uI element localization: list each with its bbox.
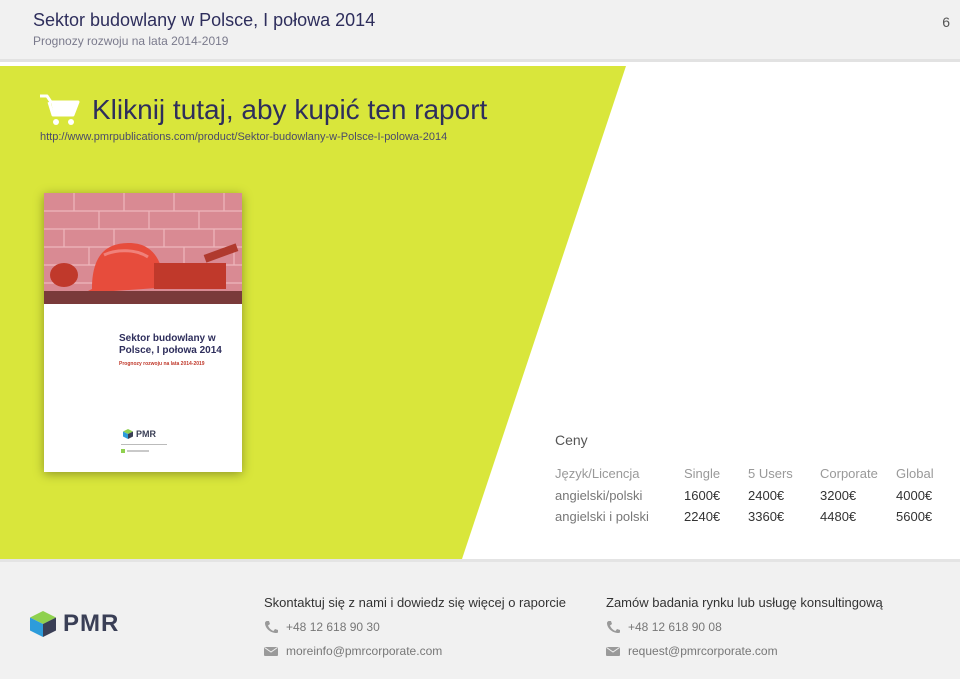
- table-row: angielski/polski 1600€ 2400€ 3200€ 4000€: [555, 485, 946, 506]
- order-phone[interactable]: +48 12 618 90 08: [606, 620, 883, 634]
- cover-divider: [121, 444, 167, 445]
- header-corporate: Corporate: [820, 466, 878, 481]
- row-language: angielski i polski: [555, 509, 649, 524]
- pmr-cube-icon: [123, 429, 133, 439]
- envelope-icon: [264, 647, 278, 656]
- phone-icon: [265, 621, 278, 633]
- contact-heading: Skontaktuj się z nami i dowiedz się więc…: [264, 595, 567, 610]
- row-language: angielski/polski: [555, 488, 643, 503]
- shopping-cart-icon: [40, 94, 80, 125]
- price-5-users: 3360€: [748, 509, 785, 524]
- document-title: Sektor budowlany w Polsce, I połowa 2014: [33, 10, 376, 30]
- prices-table: Język/Licencja Single 5 Users Corporate …: [555, 462, 946, 527]
- order-email[interactable]: request@pmrcorporate.com: [606, 644, 883, 658]
- helmet-on-bricks-photo: [44, 193, 242, 304]
- price-global: 5600€: [896, 509, 933, 524]
- price-corporate: 4480€: [820, 509, 857, 524]
- contact-phone[interactable]: +48 12 618 90 30: [264, 620, 566, 634]
- cover-subtitle: Prognozy rozwoju na lata 2014-2019: [119, 361, 205, 367]
- cover-small-logo: [121, 449, 149, 453]
- order-section: Zamów badania rynku lub usługę konsultin…: [606, 595, 883, 658]
- order-heading: Zamów badania rynku lub usługę konsultin…: [606, 595, 883, 610]
- page-header: Sektor budowlany w Polsce, I połowa 2014…: [0, 0, 960, 62]
- header-single: Single: [684, 466, 721, 481]
- prices-title: Ceny: [555, 432, 588, 448]
- header-5-users: 5 Users: [748, 466, 793, 481]
- contact-phone-number: +48 12 618 90 30: [286, 620, 380, 634]
- price-global: 4000€: [896, 488, 933, 503]
- price-single: 1600€: [684, 488, 721, 503]
- table-row: angielski i polski 2240€ 3360€ 4480€ 560…: [555, 506, 946, 527]
- price-corporate: 3200€: [820, 488, 857, 503]
- header-language-license: Język/Licencja: [555, 466, 640, 481]
- prices-header-row: Język/Licencja Single 5 Users Corporate …: [555, 462, 946, 485]
- order-phone-number: +48 12 618 90 08: [628, 620, 722, 634]
- cover-pmr-logo: PMR: [123, 429, 156, 439]
- price-single: 2240€: [684, 509, 721, 524]
- footer-pmr-logo: PMR: [29, 610, 119, 638]
- cover-logo-text: PMR: [136, 429, 156, 439]
- buy-report-link[interactable]: Kliknij tutaj, aby kupić ten raport: [38, 90, 487, 130]
- contact-email-address: moreinfo@pmrcorporate.com: [286, 644, 443, 658]
- contact-email[interactable]: moreinfo@pmrcorporate.com: [264, 644, 566, 658]
- buy-report-label[interactable]: Kliknij tutaj, aby kupić ten raport: [92, 93, 487, 127]
- pmr-cube-icon: [30, 611, 56, 637]
- envelope-icon: [606, 647, 620, 656]
- report-cover-image: Sektor budowlany w Polsce, I połowa 2014…: [44, 193, 242, 472]
- contact-section: Skontaktuj się z nami i dowiedz się więc…: [264, 595, 566, 658]
- product-url-link[interactable]: http://www.pmrpublications.com/product/S…: [40, 131, 447, 143]
- document-subtitle: Prognozy rozwoju na lata 2014-2019: [33, 34, 229, 48]
- page-footer: PMR Skontaktuj się z nami i dowiedz się …: [0, 559, 960, 679]
- cover-title: Sektor budowlany w Polsce, I połowa 2014: [119, 333, 222, 356]
- page-number: 6: [942, 14, 950, 30]
- price-5-users: 2400€: [748, 488, 785, 503]
- order-email-address: request@pmrcorporate.com: [628, 644, 778, 658]
- footer-logo-text: PMR: [63, 610, 120, 637]
- phone-icon: [607, 621, 620, 633]
- header-global: Global: [896, 466, 934, 481]
